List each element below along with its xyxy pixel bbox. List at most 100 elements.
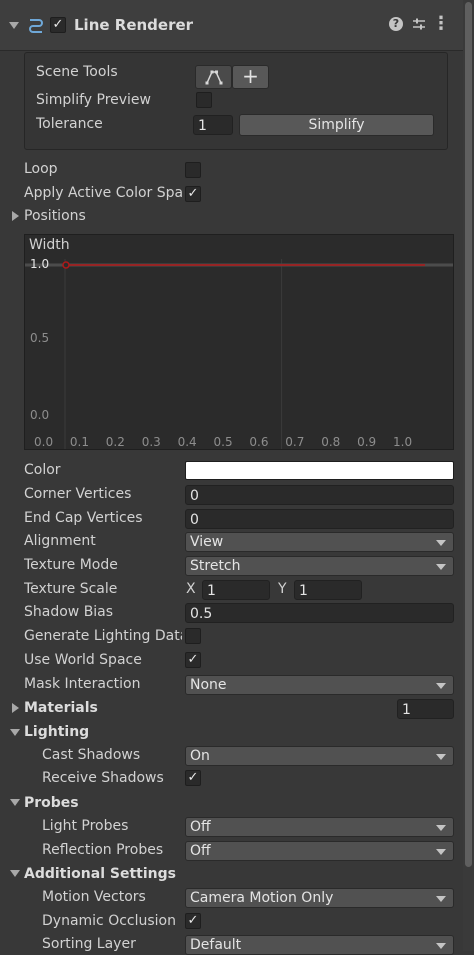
receive-shadows-checkbox[interactable]: ✓ (185, 770, 201, 786)
corner-vertices-input[interactable]: 0 (185, 485, 454, 505)
positions-label[interactable]: Positions (24, 205, 86, 227)
sorting-layer-dropdown[interactable]: Default (185, 935, 454, 955)
dropdown-arrow-icon (436, 825, 446, 831)
simplify-button[interactable]: Simplify (239, 114, 434, 136)
alignment-label: Alignment (24, 533, 96, 549)
alignment-value: View (190, 534, 224, 550)
materials-label[interactable]: Materials (24, 697, 98, 719)
materials-count-input[interactable]: 1 (397, 699, 454, 719)
motion-vectors-label: Motion Vectors (42, 889, 146, 905)
component-enabled-toggle[interactable]: ✓ (50, 17, 66, 33)
tolerance-label: Tolerance (36, 116, 103, 132)
texture-scale-x-label[interactable]: X (186, 578, 196, 600)
scene-tools-label: Scene Tools (36, 64, 118, 80)
positions-foldout-arrow[interactable] (12, 211, 19, 221)
dropdown-arrow-icon (436, 540, 446, 546)
additional-settings-foldout-arrow[interactable] (10, 870, 20, 877)
probes-foldout-arrow[interactable] (10, 799, 20, 806)
texture-scale-x-input[interactable]: 1 (202, 580, 270, 600)
dropdown-arrow-icon (436, 849, 446, 855)
sliders-icon[interactable] (411, 16, 427, 32)
y-axis-tick-label: 0.5 (30, 331, 50, 345)
help-icon[interactable]: ? (389, 17, 403, 31)
scrollbar-thumb[interactable] (465, 2, 472, 867)
lighting-foldout-arrow[interactable] (10, 729, 20, 736)
component-title: Line Renderer (74, 16, 194, 34)
x-axis-tick-label: 0.6 (249, 435, 269, 449)
mask-interaction-dropdown[interactable]: None (185, 675, 454, 695)
dropdown-arrow-icon (436, 564, 446, 570)
texture-scale-label: Texture Scale (24, 581, 118, 597)
apply-active-color-space-checkbox[interactable]: ✓ (185, 186, 201, 202)
color-field[interactable] (185, 461, 454, 480)
color-label: Color (24, 462, 61, 478)
width-curve-title: Width (29, 237, 70, 253)
kebab-menu-icon[interactable]: ⋮ (432, 12, 450, 36)
mask-interaction-value: None (190, 677, 227, 693)
apply-active-color-space-label: Apply Active Color Space (24, 185, 182, 201)
dynamic-occlusion-label: Dynamic Occlusion (42, 913, 176, 929)
shadow-bias-input[interactable]: 0.5 (185, 603, 454, 623)
reflection-probes-dropdown[interactable]: Off (185, 841, 454, 861)
light-probes-dropdown[interactable]: Off (185, 817, 454, 837)
width-curve-editor[interactable] (24, 234, 454, 450)
x-axis-tick-label: 0.4 (177, 435, 197, 449)
add-points-button[interactable]: + (232, 65, 269, 89)
cast-shadows-value: On (190, 748, 210, 764)
x-axis-tick-label: 0.5 (213, 435, 233, 449)
cast-shadows-label: Cast Shadows (42, 747, 141, 763)
use-world-space-checkbox[interactable]: ✓ (185, 652, 201, 668)
texture-mode-value: Stretch (190, 558, 241, 574)
alignment-dropdown[interactable]: View (185, 532, 454, 552)
mask-interaction-label: Mask Interaction (24, 676, 141, 692)
dropdown-arrow-icon (436, 683, 446, 689)
use-world-space-label: Use World Space (24, 652, 142, 668)
y-axis-tick-label: 0.0 (30, 408, 50, 422)
generate-lighting-data-checkbox[interactable] (185, 628, 201, 644)
generate-lighting-data-label: Generate Lighting Data (24, 628, 182, 644)
component-header (0, 0, 474, 51)
end-cap-vertices-input[interactable]: 0 (185, 509, 454, 529)
component-foldout-arrow[interactable] (9, 22, 19, 29)
motion-vectors-dropdown[interactable]: Camera Motion Only (185, 888, 454, 908)
cast-shadows-dropdown[interactable]: On (185, 746, 454, 766)
sorting-layer-label: Sorting Layer (42, 936, 136, 952)
corner-vertices-label: Corner Vertices (24, 486, 132, 502)
materials-foldout-arrow[interactable] (12, 703, 19, 713)
dropdown-arrow-icon (436, 943, 446, 949)
texture-scale-y-label[interactable]: Y (278, 578, 287, 600)
end-cap-vertices-label: End Cap Vertices (24, 510, 143, 526)
texture-mode-dropdown[interactable]: Stretch (185, 556, 454, 576)
x-axis-tick-label: 0.2 (105, 435, 125, 449)
edit-points-icon (205, 70, 222, 85)
dropdown-arrow-icon (436, 754, 446, 760)
texture-scale-y-input[interactable]: 1 (294, 580, 362, 600)
lighting-label[interactable]: Lighting (24, 721, 89, 743)
simplify-preview-checkbox[interactable] (196, 92, 212, 108)
width-curve-graph[interactable] (25, 235, 453, 449)
reflection-probes-value: Off (190, 843, 211, 859)
shadow-bias-label: Shadow Bias (24, 604, 114, 620)
y-axis-tick-label: 1.0 (30, 257, 50, 271)
tolerance-input[interactable]: 1 (193, 115, 233, 135)
x-axis-tick-label: 0.9 (357, 435, 377, 449)
curve-keyframe[interactable] (62, 261, 70, 269)
loop-checkbox[interactable] (185, 162, 201, 178)
light-probes-label: Light Probes (42, 818, 129, 834)
additional-settings-label[interactable]: Additional Settings (24, 863, 176, 885)
reflection-probes-label: Reflection Probes (42, 842, 164, 858)
line-renderer-icon (29, 19, 43, 33)
loop-label: Loop (24, 161, 58, 177)
simplify-preview-label: Simplify Preview (36, 92, 151, 108)
x-axis-tick-label: 1.0 (393, 435, 413, 449)
x-axis-tick-label: 0.0 (34, 435, 54, 449)
x-axis-tick-label: 0.1 (69, 435, 89, 449)
texture-mode-label: Texture Mode (24, 557, 118, 573)
dynamic-occlusion-checkbox[interactable]: ✓ (185, 913, 201, 929)
dropdown-arrow-icon (436, 896, 446, 902)
x-axis-tick-label: 0.7 (285, 435, 305, 449)
edit-points-button[interactable] (195, 65, 232, 89)
probes-label[interactable]: Probes (24, 792, 79, 814)
x-axis-tick-label: 0.3 (141, 435, 161, 449)
light-probes-value: Off (190, 819, 211, 835)
